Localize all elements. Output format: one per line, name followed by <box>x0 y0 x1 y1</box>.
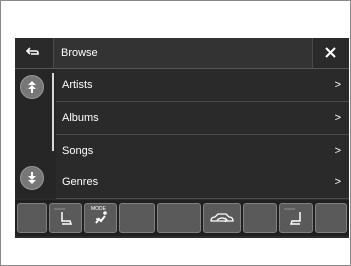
infotainment-screen: Browse Artists > Albums > Songs > Genres… <box>15 38 349 238</box>
list-item-artists[interactable]: Artists > <box>56 69 349 102</box>
fan-mode-button[interactable]: MODE <box>84 203 117 233</box>
scroll-up-button[interactable] <box>20 75 44 99</box>
chevron-right-icon: > <box>334 145 341 157</box>
figure-frame: Browse Artists > Albums > Songs > Genres… <box>0 0 351 266</box>
header-bar: Browse <box>15 38 349 69</box>
seat-heat-left-icon <box>60 212 72 225</box>
close-icon <box>325 47 336 58</box>
scroll-down-button[interactable] <box>20 166 44 190</box>
climate-control-bar: ▭▭▭ MODE ▭▭▭ <box>15 200 349 236</box>
list-item-genres[interactable]: Genres > <box>56 166 349 199</box>
browse-list: Artists > Albums > Songs > Genres > <box>15 69 349 199</box>
chevron-right-icon: > <box>334 112 341 124</box>
climate-button-1[interactable] <box>17 203 47 233</box>
list-item-songs[interactable]: Songs > <box>56 135 349 168</box>
chevron-right-icon: > <box>334 176 341 188</box>
list-item-albums[interactable]: Albums > <box>56 102 349 135</box>
back-button[interactable] <box>15 38 54 68</box>
scroll-column <box>15 69 49 198</box>
seat-heat-right-icon <box>289 212 301 225</box>
list-item-label: Songs <box>62 145 94 157</box>
climate-button-5[interactable] <box>157 203 201 233</box>
list-item-label: Genres <box>62 176 99 188</box>
back-arrow-icon <box>26 47 39 55</box>
scroll-up-icon <box>28 81 36 93</box>
fan-mode-icon <box>94 211 107 224</box>
recirculation-car-icon <box>210 213 234 223</box>
scroll-down-icon <box>28 172 36 184</box>
climate-button-9[interactable] <box>315 203 347 233</box>
chevron-right-icon: > <box>334 79 341 91</box>
seat-heat-left-button[interactable]: ▭▭▭ <box>49 203 82 233</box>
close-button[interactable] <box>312 38 349 68</box>
scrollbar[interactable] <box>52 73 54 151</box>
climate-button-4[interactable] <box>119 203 155 233</box>
list-item-label: Artists <box>62 79 93 91</box>
recirculation-button[interactable] <box>203 203 241 233</box>
climate-button-7[interactable] <box>243 203 277 233</box>
page-title: Browse <box>61 47 98 59</box>
seat-heat-right-button[interactable]: ▭▭▭ <box>279 203 313 233</box>
list-item-label: Albums <box>62 112 99 124</box>
